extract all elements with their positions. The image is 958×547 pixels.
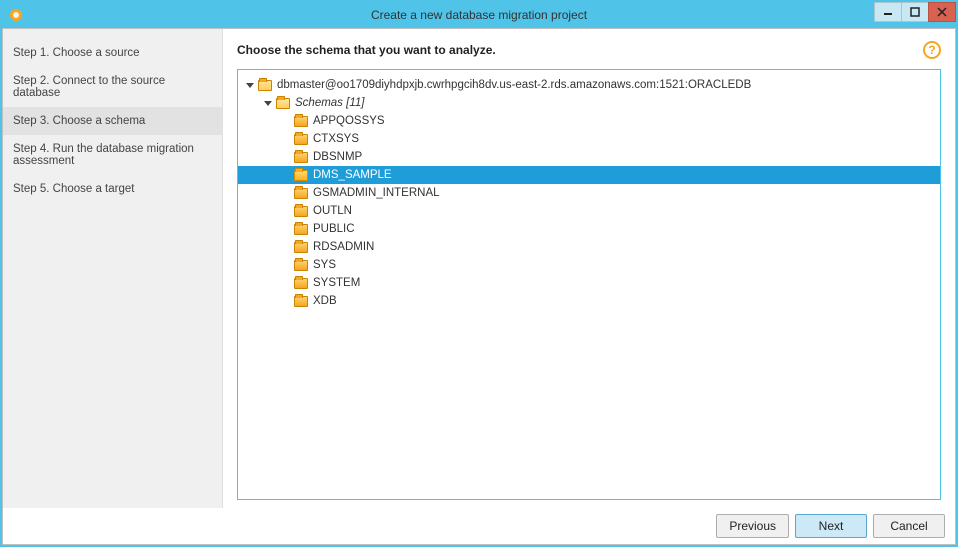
steps-sidebar: Step 1. Choose a source Step 2. Connect …: [3, 29, 223, 508]
page-heading: Choose the schema that you want to analy…: [237, 43, 496, 57]
window-controls: [875, 2, 956, 24]
wizard-body: Step 1. Choose a source Step 2. Connect …: [2, 28, 956, 545]
folder-icon: [294, 296, 308, 307]
schema-item[interactable]: CTXSYS: [238, 130, 940, 148]
folder-icon: [294, 242, 308, 253]
schema-item[interactable]: DMS_SAMPLE: [238, 166, 940, 184]
minimize-button[interactable]: [874, 2, 902, 22]
folder-icon: [294, 170, 308, 181]
folder-icon: [294, 152, 308, 163]
folder-icon: [294, 260, 308, 271]
next-button[interactable]: Next: [795, 514, 867, 538]
folder-icon: [294, 188, 308, 199]
schema-item-label: SYSTEM: [313, 277, 360, 289]
close-button[interactable]: [928, 2, 956, 22]
schema-list: APPQOSSYS CTXSYS DBSNMP DMS_SAMPLE GSMADMIN_…: [238, 112, 940, 310]
folder-icon: [294, 134, 308, 145]
tree-root-label: dbmaster@oo1709diyhdpxjb.cwrhpgcih8dv.us…: [277, 79, 751, 91]
window-title: Create a new database migration project: [2, 8, 956, 22]
schema-item-label: OUTLN: [313, 205, 352, 217]
step-2[interactable]: Step 2. Connect to the source database: [3, 67, 222, 107]
chevron-down-icon[interactable]: [264, 101, 272, 106]
schema-item-label: RDSADMIN: [313, 241, 374, 253]
titlebar: Create a new database migration project: [2, 2, 956, 28]
schema-item[interactable]: SYS: [238, 256, 940, 274]
previous-button[interactable]: Previous: [716, 514, 789, 538]
folder-icon: [294, 206, 308, 217]
step-1[interactable]: Step 1. Choose a source: [3, 39, 222, 67]
tree-root[interactable]: dbmaster@oo1709diyhdpxjb.cwrhpgcih8dv.us…: [238, 76, 940, 94]
schema-item[interactable]: APPQOSSYS: [238, 112, 940, 130]
schema-item-label: DBSNMP: [313, 151, 362, 163]
schema-item-label: CTXSYS: [313, 133, 359, 145]
maximize-button[interactable]: [901, 2, 929, 22]
tree-schemas-label: Schemas [11]: [295, 97, 364, 109]
app-icon: [8, 7, 24, 23]
schema-item[interactable]: XDB: [238, 292, 940, 310]
folder-icon: [294, 278, 308, 289]
folder-icon: [258, 80, 272, 91]
schema-item[interactable]: DBSNMP: [238, 148, 940, 166]
cancel-button[interactable]: Cancel: [873, 514, 945, 538]
step-4[interactable]: Step 4. Run the database migration asses…: [3, 135, 222, 175]
step-3[interactable]: Step 3. Choose a schema: [3, 107, 222, 135]
schema-item[interactable]: PUBLIC: [238, 220, 940, 238]
chevron-down-icon[interactable]: [246, 83, 254, 88]
schema-item-label: PUBLIC: [313, 223, 355, 235]
schema-item[interactable]: OUTLN: [238, 202, 940, 220]
schema-tree[interactable]: dbmaster@oo1709diyhdpxjb.cwrhpgcih8dv.us…: [237, 69, 941, 500]
wizard-window: Create a new database migration project …: [0, 0, 958, 547]
wizard-footer: Previous Next Cancel: [3, 508, 955, 544]
schema-item-label: GSMADMIN_INTERNAL: [313, 187, 440, 199]
schema-item-label: APPQOSSYS: [313, 115, 385, 127]
main-panel: Choose the schema that you want to analy…: [223, 29, 955, 508]
schema-item[interactable]: GSMADMIN_INTERNAL: [238, 184, 940, 202]
folder-icon: [294, 224, 308, 235]
schema-item[interactable]: RDSADMIN: [238, 238, 940, 256]
folder-icon: [276, 98, 290, 109]
tree-schemas-group[interactable]: Schemas [11]: [238, 94, 940, 112]
content-area: Step 1. Choose a source Step 2. Connect …: [3, 29, 955, 508]
help-icon[interactable]: ?: [923, 41, 941, 59]
schema-item-label: DMS_SAMPLE: [313, 169, 392, 181]
main-header: Choose the schema that you want to analy…: [237, 41, 941, 59]
schema-item-label: SYS: [313, 259, 336, 271]
schema-item-label: XDB: [313, 295, 337, 307]
schema-item[interactable]: SYSTEM: [238, 274, 940, 292]
step-5[interactable]: Step 5. Choose a target: [3, 175, 222, 203]
folder-icon: [294, 116, 308, 127]
